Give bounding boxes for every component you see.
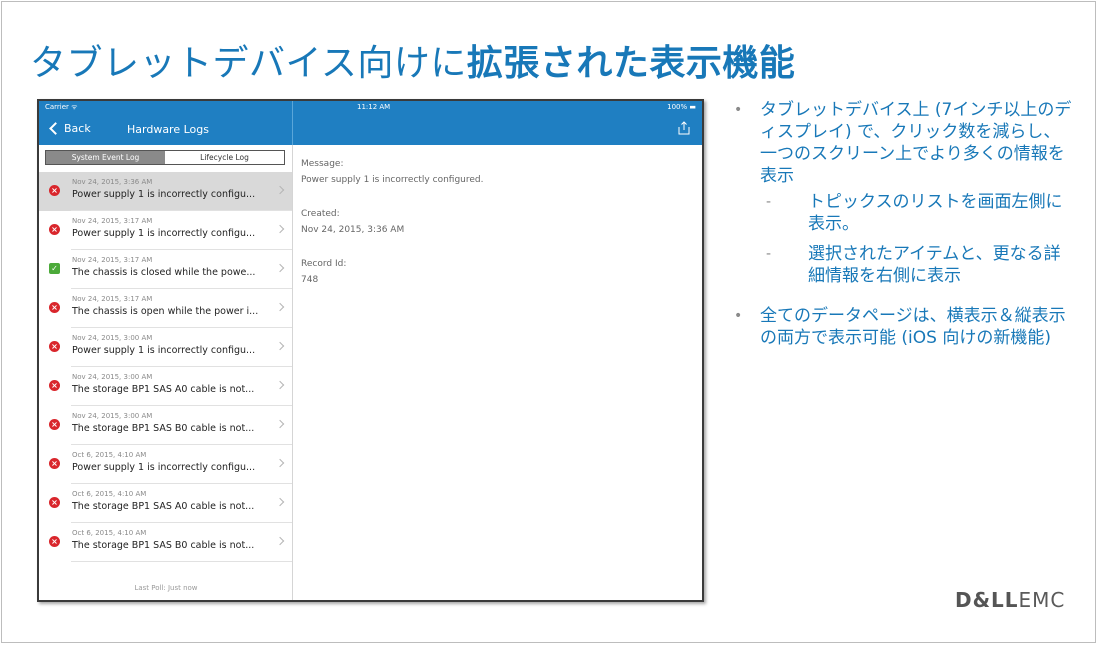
back-label: Back: [64, 122, 91, 135]
log-row[interactable]: ✓ Nov 24, 2015, 3:17 AM The chassis is clo…: [39, 250, 292, 289]
log-date: Nov 24, 2015, 3:00 AM: [72, 412, 153, 420]
error-icon: ×: [49, 380, 60, 391]
log-type-segmented-control: System Event Log Lifecycle Log: [45, 150, 285, 165]
log-message: Power supply 1 is incorrectly configu...: [72, 228, 256, 239]
error-icon: ×: [49, 419, 60, 430]
chevron-right-icon: [275, 536, 285, 546]
row-separator: [71, 561, 292, 562]
log-message: The storage BP1 SAS A0 cable is not...: [72, 384, 255, 395]
carrier-label: Carrier ᯤ: [45, 103, 78, 111]
log-row[interactable]: × Nov 24, 2015, 3:00 AM The storage BP1 SA…: [39, 406, 292, 445]
log-list: × Nov 24, 2015, 3:36 AM Power supply 1 is …: [39, 172, 292, 562]
chevron-left-icon: [49, 122, 62, 135]
log-row[interactable]: × Oct 6, 2015, 4:10 AM Power supply 1 is i…: [39, 445, 292, 484]
bullet-dot-icon: •: [734, 308, 743, 324]
log-date: Oct 6, 2015, 4:10 AM: [72, 529, 147, 537]
bullet-list: • タブレットデバイス上 (7インチ以上のディスプレイ) で、クリック数を減らし…: [734, 99, 1074, 349]
log-date: Oct 6, 2015, 4:10 AM: [72, 451, 147, 459]
pane-divider: [292, 101, 293, 145]
nav-bar: Back Hardware Logs: [39, 101, 702, 145]
log-message: Power supply 1 is incorrectly configu...: [72, 345, 256, 356]
dash-icon: -: [766, 194, 772, 210]
log-date: Nov 24, 2015, 3:00 AM: [72, 334, 153, 342]
bullet-dot-icon: •: [734, 102, 743, 118]
log-detail-pane: Message: Power supply 1 is incorrectly c…: [301, 159, 483, 309]
log-row[interactable]: × Oct 6, 2015, 4:10 AM The storage BP1 SAS…: [39, 484, 292, 523]
bullet-orientation: • 全てのデータページは、横表示＆縦表示の両方で表示可能 (iOS 向けの新機能…: [734, 305, 1074, 349]
logo-dell: D&LL: [955, 588, 1019, 612]
logo-emc: EMC: [1018, 588, 1066, 612]
message-value: Power supply 1 is incorrectly configured…: [301, 175, 484, 185]
error-icon: ×: [49, 302, 60, 313]
log-message: Power supply 1 is incorrectly configu...: [72, 462, 256, 473]
log-date: Nov 24, 2015, 3:36 AM: [72, 178, 153, 186]
bullet-text: タブレットデバイス上 (7インチ以上のディスプレイ) で、クリック数を減らし、一…: [760, 100, 1072, 186]
error-icon: ×: [49, 341, 60, 352]
log-date: Nov 24, 2015, 3:00 AM: [72, 373, 153, 381]
check-icon: ✓: [49, 263, 60, 274]
log-date: Nov 24, 2015, 3:17 AM: [72, 256, 153, 264]
log-date: Oct 6, 2015, 4:10 AM: [72, 490, 147, 498]
chevron-right-icon: [275, 380, 285, 390]
log-message: The storage BP1 SAS A0 cable is not...: [72, 501, 255, 512]
log-date: Nov 24, 2015, 3:17 AM: [72, 217, 153, 225]
message-label: Message:: [301, 159, 344, 169]
back-button[interactable]: Back: [47, 122, 91, 135]
status-bar: Carrier ᯤ 11:12 AM 100% ▬: [39, 101, 702, 115]
clock: 11:12 AM: [357, 103, 391, 111]
segment-lifecycle-log[interactable]: Lifecycle Log: [165, 151, 284, 164]
slide-title: タブレットデバイス向けに拡張された表示機能: [30, 34, 795, 86]
bullet-tablet-display: • タブレットデバイス上 (7インチ以上のディスプレイ) で、クリック数を減らし…: [734, 99, 1074, 187]
chevron-right-icon: [275, 419, 285, 429]
log-row[interactable]: × Nov 24, 2015, 3:00 AM Power supply 1 is …: [39, 328, 292, 367]
chevron-right-icon: [275, 302, 285, 312]
error-icon: ×: [49, 185, 60, 196]
chevron-right-icon: [275, 263, 285, 273]
log-row[interactable]: × Nov 24, 2015, 3:17 AM The chassis is ope…: [39, 289, 292, 328]
log-message: Power supply 1 is incorrectly configu...: [72, 189, 256, 200]
record-id-label: Record Id:: [301, 259, 347, 269]
dell-emc-logo: D&LLEMC: [955, 588, 1065, 612]
nav-title: Hardware Logs: [127, 123, 209, 136]
error-icon: ×: [49, 224, 60, 235]
title-bold: 拡張された表示機能: [466, 43, 796, 84]
sub-bullet-text: トピックスのリストを画面左側に表示。: [808, 192, 1063, 234]
log-list-pane: System Event Log Lifecycle Log × Nov 24, …: [39, 145, 293, 600]
sub-bullet-topic-list: - トピックスのリストを画面左側に表示。: [734, 191, 1074, 235]
chevron-right-icon: [275, 458, 285, 468]
segment-system-event-log[interactable]: System Event Log: [46, 151, 165, 164]
chevron-right-icon: [275, 185, 285, 195]
title-regular: タブレットデバイス向けに: [30, 43, 467, 84]
tablet-screenshot: Carrier ᯤ 11:12 AM 100% ▬ Back Hardware …: [37, 99, 704, 602]
log-row[interactable]: × Oct 6, 2015, 4:10 AM The storage BP1 SAS…: [39, 523, 292, 562]
error-icon: ×: [49, 536, 60, 547]
record-id-value: 748: [301, 275, 319, 285]
sub-bullet-details: - 選択されたアイテムと、更なる詳細情報を右側に表示: [734, 243, 1074, 287]
log-message: The chassis is closed while the powe...: [72, 267, 256, 278]
battery-indicator: 100% ▬: [667, 103, 696, 111]
log-row[interactable]: × Nov 24, 2015, 3:17 AM Power supply 1 is …: [39, 211, 292, 250]
chevron-right-icon: [275, 341, 285, 351]
slide: タブレットデバイス向けに拡張された表示機能 Carrier ᯤ 11:12 AM…: [1, 1, 1096, 643]
sub-bullet-text: 選択されたアイテムと、更なる詳細情報を右側に表示: [808, 244, 1061, 286]
log-row[interactable]: × Nov 24, 2015, 3:36 AM Power supply 1 is …: [39, 172, 292, 211]
error-icon: ×: [49, 497, 60, 508]
log-message: The storage BP1 SAS B0 cable is not...: [72, 423, 255, 434]
created-label: Created:: [301, 209, 340, 219]
log-row[interactable]: × Nov 24, 2015, 3:00 AM The storage BP1 SA…: [39, 367, 292, 406]
last-poll-status: Last Poll: Just now: [39, 574, 292, 600]
log-date: Nov 24, 2015, 3:17 AM: [72, 295, 153, 303]
log-message: The storage BP1 SAS B0 cable is not...: [72, 540, 255, 551]
created-value: Nov 24, 2015, 3:36 AM: [301, 225, 405, 235]
log-message: The chassis is open while the power i...: [72, 306, 259, 317]
bullet-text: 全てのデータページは、横表示＆縦表示の両方で表示可能 (iOS 向けの新機能): [760, 306, 1066, 348]
chevron-right-icon: [275, 224, 285, 234]
dash-icon: -: [766, 246, 772, 262]
chevron-right-icon: [275, 497, 285, 507]
error-icon: ×: [49, 458, 60, 469]
share-icon[interactable]: [678, 121, 690, 135]
